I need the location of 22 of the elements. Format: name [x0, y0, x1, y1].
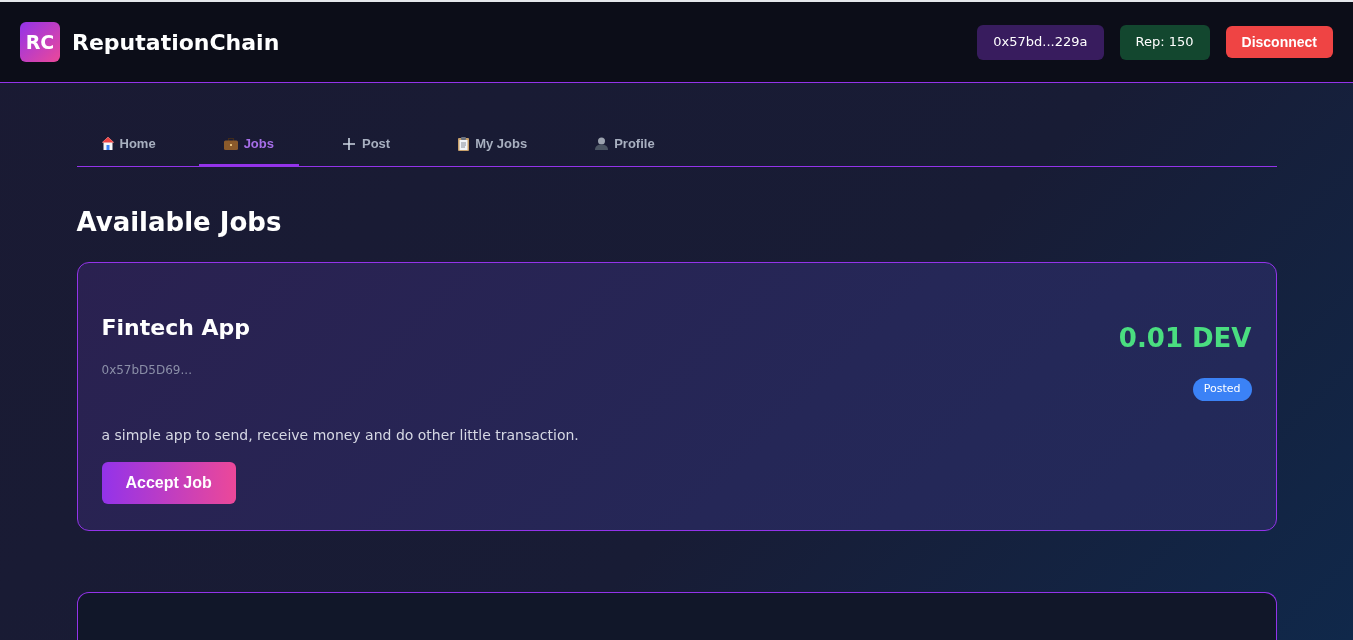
nav-tab[interactable]: Post: [316, 123, 416, 167]
nav-tab[interactable]: Home: [76, 123, 181, 167]
accept-job-button[interactable]: Accept Job: [101, 461, 236, 504]
logo-badge: RC: [20, 22, 60, 62]
disconnect-button[interactable]: Disconnect: [1225, 26, 1333, 58]
poster-address: 0x57bD5D69...: [101, 362, 193, 379]
plus-icon: [341, 136, 356, 151]
nav-tab[interactable]: Profile: [570, 123, 680, 167]
job-description: a simple app to send, receive money and do other little transaction.: [101, 425, 580, 445]
nav-tab[interactable]: My Jobs: [433, 123, 553, 167]
person-icon: [595, 137, 609, 150]
wallet-address: 0x57bd...229a: [977, 24, 1104, 60]
clipboard-icon: [458, 136, 470, 151]
briefcase-icon: [223, 137, 238, 150]
job-title: Fintech App: [101, 314, 251, 342]
page-heading: Available Jobs: [76, 206, 283, 239]
reputation-badge: Rep: 150: [1119, 24, 1210, 60]
app-title: ReputationChain: [72, 28, 280, 57]
status-badge: Posted: [1192, 378, 1252, 401]
house-icon: [101, 137, 114, 150]
nav-tab[interactable]: Jobs: [198, 123, 299, 167]
job-reward: 0.01 DEV: [1118, 322, 1252, 355]
